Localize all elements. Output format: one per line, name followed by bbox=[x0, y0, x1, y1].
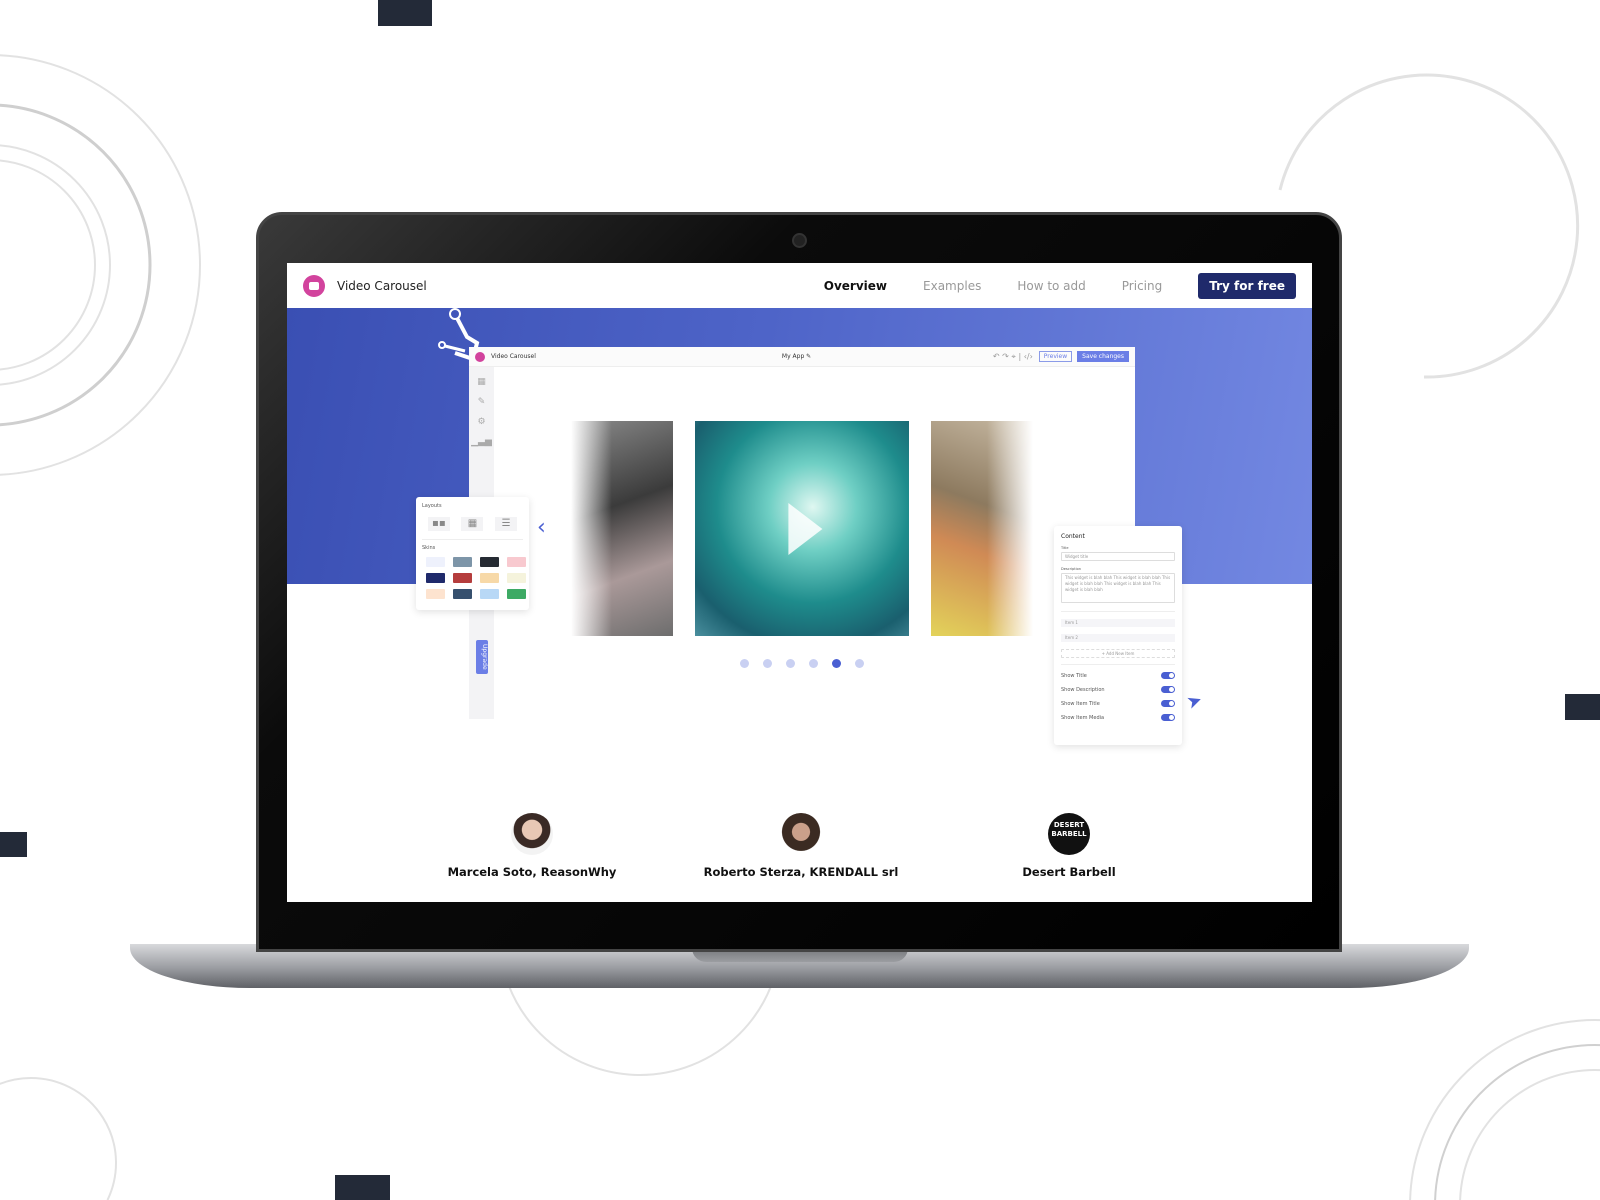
toggle-label: Show Description bbox=[1061, 686, 1105, 693]
item-row[interactable]: Item 2 bbox=[1061, 634, 1175, 642]
skin-swatch[interactable] bbox=[426, 557, 445, 567]
testimonial: Roberto Sterza, KRENDALL srl bbox=[681, 813, 921, 879]
layout-slider-icon[interactable]: ▪▪ bbox=[427, 517, 450, 531]
skin-swatch[interactable] bbox=[507, 557, 526, 567]
decor-square bbox=[335, 1175, 390, 1200]
item-row[interactable]: Item 1 bbox=[1061, 619, 1175, 627]
top-nav: Video Carousel Overview Examples How to … bbox=[287, 263, 1312, 308]
app-name[interactable]: My App ✎ bbox=[782, 353, 811, 360]
carousel-dot[interactable] bbox=[740, 659, 749, 668]
skin-swatch[interactable] bbox=[453, 573, 472, 583]
preview-button[interactable]: Preview bbox=[1038, 351, 1073, 362]
carousel-slide-climbing[interactable] bbox=[931, 421, 1033, 636]
upgrade-button[interactable]: Upgrade bbox=[476, 640, 488, 674]
testimonial-name: Desert Barbell bbox=[1022, 865, 1116, 879]
skin-swatch[interactable] bbox=[507, 573, 526, 583]
nav-overview[interactable]: Overview bbox=[824, 279, 887, 293]
decor-square bbox=[1565, 694, 1600, 720]
carousel-prev-arrow-icon[interactable]: ‹ bbox=[537, 515, 546, 540]
camera-icon bbox=[792, 233, 807, 248]
nav-examples[interactable]: Examples bbox=[923, 279, 981, 293]
carousel-dot[interactable] bbox=[786, 659, 795, 668]
skin-swatch[interactable] bbox=[480, 573, 499, 583]
carousel-dots bbox=[740, 659, 864, 668]
decor-square bbox=[378, 0, 432, 26]
show-item-media-toggle[interactable] bbox=[1161, 714, 1175, 721]
cursor-arrow-icon: ➤ bbox=[1183, 689, 1206, 714]
brand-name[interactable]: Video Carousel bbox=[337, 279, 427, 293]
title-input[interactable]: Widget title bbox=[1061, 552, 1175, 561]
play-icon[interactable] bbox=[788, 502, 823, 555]
editor-title: Video Carousel bbox=[491, 353, 536, 360]
skin-swatch[interactable] bbox=[426, 573, 445, 583]
testimonial-name: Roberto Sterza, KRENDALL srl bbox=[703, 865, 899, 879]
analytics-icon[interactable]: ▁▃▅ bbox=[469, 437, 494, 447]
carousel-slide-skateboard[interactable] bbox=[571, 421, 673, 636]
undo-redo-icons[interactable]: ↶ ↷ ⌖ | ‹/› bbox=[993, 352, 1033, 362]
carousel-dot-active[interactable] bbox=[832, 659, 841, 668]
layout-grid-icon[interactable]: ▦ bbox=[461, 517, 484, 531]
gear-icon[interactable]: ⚙ bbox=[469, 417, 494, 427]
skin-swatch[interactable] bbox=[480, 557, 499, 567]
toggle-label: Show Title bbox=[1061, 672, 1087, 679]
add-item-button[interactable]: + Add New Item bbox=[1061, 649, 1175, 658]
nav-how-to-add[interactable]: How to add bbox=[1017, 279, 1085, 293]
description-label: Description bbox=[1061, 567, 1081, 571]
video-carousel-logo-icon[interactable] bbox=[303, 274, 325, 297]
content-heading: Content bbox=[1061, 533, 1085, 540]
skin-swatch[interactable] bbox=[480, 589, 499, 599]
carousel-dot[interactable] bbox=[809, 659, 818, 668]
carousel-slide-surf[interactable] bbox=[695, 421, 909, 636]
show-description-toggle[interactable] bbox=[1161, 686, 1175, 693]
content-panel: Content Title Widget title Description T… bbox=[1054, 526, 1182, 745]
layout-icon[interactable]: ▦ bbox=[469, 377, 494, 387]
layouts-label: Layouts bbox=[422, 503, 442, 509]
toggle-label: Show Item Title bbox=[1061, 700, 1100, 707]
editor-logo-icon bbox=[475, 351, 485, 362]
layouts-panel: Layouts ▪▪ ▦ ☰ Skins bbox=[416, 497, 529, 610]
carousel-dot[interactable] bbox=[855, 659, 864, 668]
save-changes-button[interactable]: Save changes bbox=[1077, 351, 1129, 362]
testimonial: DESERT BARBELL Desert Barbell bbox=[949, 813, 1189, 879]
skin-swatch[interactable] bbox=[453, 589, 472, 599]
testimonial: Marcela Soto, ReasonWhy bbox=[412, 813, 652, 879]
description-textarea[interactable]: This widget is blah blah This widget is … bbox=[1061, 573, 1175, 603]
skin-swatch[interactable] bbox=[426, 589, 445, 599]
skins-label: Skins bbox=[422, 539, 523, 551]
skin-swatch[interactable] bbox=[507, 589, 526, 599]
skin-swatch[interactable] bbox=[453, 557, 472, 567]
try-for-free-button[interactable]: Try for free bbox=[1198, 272, 1296, 299]
avatar bbox=[780, 813, 822, 855]
decor-square bbox=[0, 832, 27, 857]
title-label: Title bbox=[1061, 546, 1069, 550]
desert-barbell-logo: DESERT BARBELL bbox=[1048, 813, 1090, 855]
layout-list-icon[interactable]: ☰ bbox=[495, 517, 518, 531]
brush-icon[interactable]: ✎ bbox=[469, 397, 494, 407]
toggle-label: Show Item Media bbox=[1061, 714, 1105, 721]
show-item-title-toggle[interactable] bbox=[1161, 700, 1175, 707]
nav-pricing[interactable]: Pricing bbox=[1122, 279, 1162, 293]
avatar bbox=[511, 813, 553, 855]
show-title-toggle[interactable] bbox=[1161, 672, 1175, 679]
laptop-screen: Video Carousel Overview Examples How to … bbox=[287, 263, 1312, 902]
testimonial-name: Marcela Soto, ReasonWhy bbox=[447, 865, 617, 879]
carousel-dot[interactable] bbox=[763, 659, 772, 668]
